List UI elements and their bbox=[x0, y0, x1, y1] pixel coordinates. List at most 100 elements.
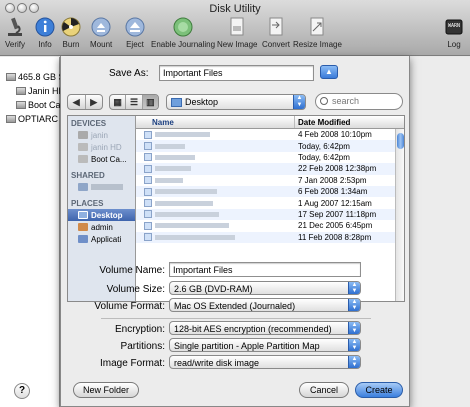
view-mode-control: ▦ ☰ ▥ bbox=[109, 94, 159, 110]
help-button[interactable]: ? bbox=[14, 383, 30, 399]
file-date: 6 Feb 2008 1:34am bbox=[298, 187, 368, 197]
network-computer-icon bbox=[78, 183, 88, 191]
partitions-popup[interactable]: Single partition - Apple Partition Map ▲ ▼ bbox=[169, 338, 361, 352]
toolbar-log-button[interactable]: WARN Log bbox=[443, 16, 465, 49]
new-folder-button[interactable]: New Folder bbox=[73, 382, 139, 398]
toolbar-label: Verify bbox=[4, 40, 25, 49]
file-row[interactable]: 21 Dec 2005 6:45pm bbox=[136, 220, 404, 231]
sidebar-item-applications[interactable]: Applicati bbox=[68, 233, 135, 245]
disk-item[interactable]: 465.8 GB S bbox=[6, 70, 60, 84]
disk-item-label: OPTIARC D bbox=[18, 113, 60, 124]
file-date: 21 Dec 2005 6:45pm bbox=[298, 221, 373, 231]
location-value: Desktop bbox=[185, 97, 219, 107]
divider bbox=[101, 318, 371, 319]
image-format-popup[interactable]: read/write disk image ▲ ▼ bbox=[169, 355, 361, 369]
search-field[interactable]: search bbox=[315, 93, 403, 110]
create-button[interactable]: Create bbox=[355, 382, 403, 398]
disk-item[interactable]: Janin HD bbox=[6, 84, 60, 98]
sidebar-item-label: Desktop bbox=[91, 210, 123, 220]
file-row[interactable]: Today, 6:42pm bbox=[136, 140, 404, 152]
volume-size-value: 2.6 GB (DVD-RAM) bbox=[174, 284, 253, 294]
mount-icon bbox=[91, 17, 111, 37]
cancel-button[interactable]: Cancel bbox=[299, 382, 349, 398]
file-row[interactable]: 17 Sep 2007 11:18pm bbox=[136, 208, 404, 221]
popup-arrows-icon: ▲ ▼ bbox=[348, 356, 360, 368]
file-name bbox=[136, 233, 295, 242]
file-row[interactable]: 22 Feb 2008 12:38pm bbox=[136, 163, 404, 175]
disk-list: 465.8 GB S Janin HD Boot Ca OPTIARC D bbox=[6, 70, 60, 126]
sidebar-item-device[interactable]: Boot Ca... bbox=[68, 153, 135, 165]
file-row[interactable]: 4 Feb 2008 10:10pm bbox=[136, 129, 404, 140]
column-header-name[interactable]: Name bbox=[136, 116, 295, 128]
sidebar-item-desktop[interactable]: Desktop bbox=[68, 209, 135, 221]
disk-item-label: Janin HD bbox=[28, 85, 60, 96]
collapse-disclosure-button[interactable]: ▲ bbox=[320, 65, 338, 79]
toolbar-resize-image-button[interactable]: Resize Image bbox=[293, 16, 342, 49]
toolbar-mount-button[interactable]: Mount bbox=[90, 16, 112, 49]
file-date: 7 Jan 2008 2:53pm bbox=[298, 175, 367, 185]
toolbar-verify-button[interactable]: Verify bbox=[4, 16, 26, 49]
toolbar-enable-journaling-button[interactable]: Enable Journaling bbox=[151, 16, 215, 49]
sidebar-item-label: janin HD bbox=[91, 142, 122, 152]
file-row[interactable]: 7 Jan 2008 2:53pm bbox=[136, 175, 404, 186]
chevron-up-icon: ▲ bbox=[325, 67, 333, 76]
toolbar-label: Mount bbox=[90, 40, 113, 49]
location-popup[interactable]: Desktop ▲ ▼ bbox=[166, 94, 306, 110]
microscope-icon bbox=[8, 17, 22, 36]
toolbar-burn-button[interactable]: Burn bbox=[60, 16, 82, 49]
file-list-header: Name Date Modified bbox=[136, 116, 404, 129]
volume-name-field[interactable]: Important Files bbox=[169, 262, 361, 277]
image-format-value: read/write disk image bbox=[174, 358, 260, 368]
history-nav: ◀ ▶ bbox=[67, 94, 103, 110]
hard-disk-icon bbox=[6, 73, 16, 81]
column-header-date[interactable]: Date Modified bbox=[295, 116, 404, 128]
column-view-button[interactable]: ▥ bbox=[142, 95, 158, 109]
sidebar-item-shared[interactable] bbox=[68, 181, 135, 193]
toolbar-eject-button[interactable]: Eject bbox=[124, 16, 146, 49]
window-title: Disk Utility bbox=[209, 3, 261, 15]
file-row[interactable]: 11 Feb 2008 8:28pm bbox=[136, 231, 404, 243]
disk-item[interactable]: OPTIARC D bbox=[6, 112, 60, 126]
journal-icon bbox=[173, 17, 193, 37]
forward-button[interactable]: ▶ bbox=[86, 95, 103, 109]
volume-name-label: Volume Name: bbox=[99, 265, 165, 276]
sidebar-item-label bbox=[91, 184, 123, 190]
file-icon bbox=[144, 153, 152, 162]
file-date: Today, 6:42pm bbox=[298, 141, 350, 151]
file-icon bbox=[144, 187, 152, 196]
file-name bbox=[136, 221, 295, 230]
popup-arrows-icon: ▲ ▼ bbox=[348, 339, 360, 351]
file-name bbox=[136, 153, 295, 162]
toolbar-new-image-button[interactable]: New Image bbox=[217, 16, 257, 49]
back-button[interactable]: ◀ bbox=[68, 95, 86, 109]
places-header: PLACES bbox=[71, 199, 104, 208]
grid-icon: ▦ bbox=[113, 96, 122, 107]
file-row[interactable]: Today, 6:42pm bbox=[136, 152, 404, 163]
volume-icon bbox=[16, 87, 26, 95]
disk-item-label: Boot Ca bbox=[28, 99, 60, 110]
save-as-field[interactable]: Important Files bbox=[159, 65, 314, 81]
toolbar-label: Burn bbox=[62, 40, 80, 49]
sidebar-item-admin[interactable]: admin bbox=[68, 221, 135, 233]
toolbar-info-button[interactable]: Info bbox=[34, 16, 56, 49]
scrollbar-thumb[interactable] bbox=[397, 133, 404, 149]
file-name bbox=[136, 142, 295, 151]
file-name bbox=[136, 187, 295, 196]
file-row[interactable]: 1 Aug 2007 12:15am bbox=[136, 197, 404, 208]
volume-size-popup[interactable]: 2.6 GB (DVD-RAM) ▲ ▼ bbox=[169, 281, 361, 295]
file-list-scrollbar[interactable] bbox=[395, 129, 404, 301]
encryption-label: Encryption: bbox=[114, 324, 165, 335]
volume-format-popup[interactable]: Mac OS Extended (Journaled) ▲ ▼ bbox=[169, 298, 361, 312]
toolbar-label: Resize Image bbox=[293, 40, 342, 49]
save-sheet: Save As: Important Files ▲ ◀ ▶ ▦ ☰ ▥ Des… bbox=[60, 56, 410, 407]
encryption-popup[interactable]: 128-bit AES encryption (recommended) ▲ ▼ bbox=[169, 321, 361, 335]
icon-view-button[interactable]: ▦ bbox=[110, 95, 127, 109]
sidebar-item-device[interactable]: janin bbox=[68, 129, 135, 141]
toolbar-convert-button[interactable]: Convert bbox=[262, 16, 290, 49]
file-row[interactable]: 6 Feb 2008 1:34am bbox=[136, 185, 404, 198]
disk-item[interactable]: Boot Ca bbox=[6, 98, 60, 112]
list-view-button[interactable]: ☰ bbox=[126, 95, 143, 109]
sidebar-item-device[interactable]: janin HD bbox=[68, 141, 135, 153]
home-icon bbox=[78, 223, 88, 231]
search-placeholder: search bbox=[332, 96, 360, 106]
